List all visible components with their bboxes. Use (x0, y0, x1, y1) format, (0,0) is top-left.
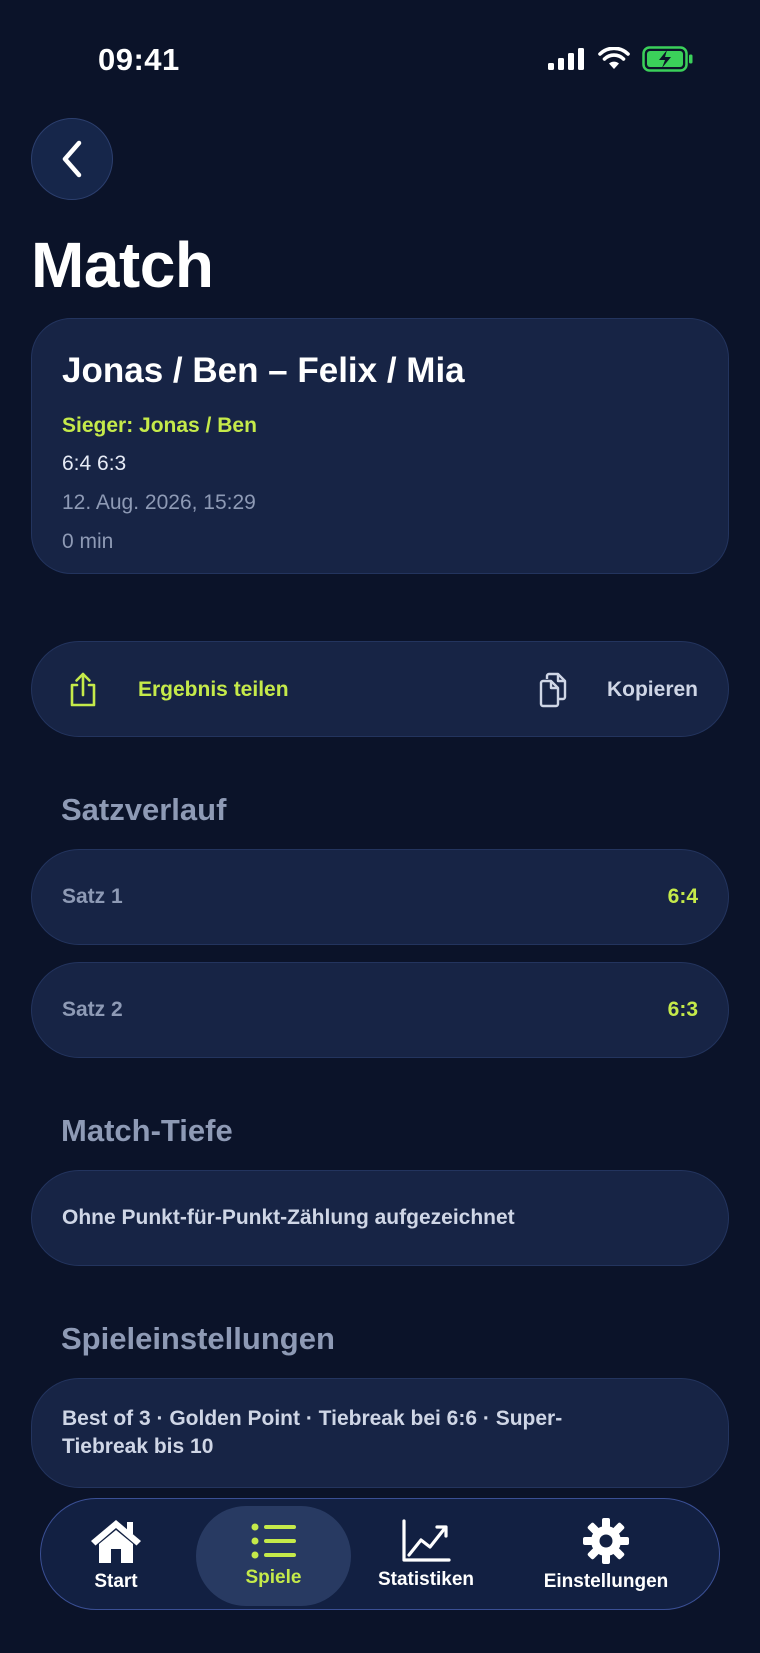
tab-label: Einstellungen (543, 1571, 669, 1592)
set-label: Satz 1 (62, 885, 123, 908)
tab-bar: Start Spiele Statistiken Einstellungen (40, 1498, 720, 1610)
match-summary-card: Jonas / Ben – Felix / Mia Sieger: Jonas … (31, 318, 729, 574)
share-result-button[interactable]: Ergebnis teilen (68, 642, 289, 738)
match-date: 12. Aug. 2026, 15:29 (62, 491, 256, 514)
depth-section-heading: Match-Tiefe (61, 1113, 233, 1148)
settings-section-heading: Spieleinstellungen (61, 1321, 335, 1356)
match-score: 6:4 6:3 (62, 452, 127, 475)
gear-icon (583, 1518, 629, 1564)
tab-label: Statistiken (377, 1569, 475, 1590)
tab-label: Spiele (245, 1567, 302, 1588)
match-duration: 0 min (62, 530, 114, 553)
tab-statistiken[interactable]: Statistiken (356, 1499, 496, 1611)
game-settings-line: Tiebreak bis 10 (62, 1435, 214, 1458)
set-score: 6:3 (667, 998, 698, 1021)
battery-charging-icon (642, 46, 693, 72)
list-icon (251, 1523, 296, 1559)
status-bar: 09:41 (0, 0, 760, 120)
cellular-signal-icon (548, 48, 584, 70)
set-score: 6:4 (667, 885, 698, 908)
share-icon (70, 672, 96, 707)
chart-icon (402, 1519, 451, 1562)
sets-section-heading: Satzverlauf (61, 792, 227, 827)
share-result-label: Ergebnis teilen (138, 678, 289, 701)
status-icons (548, 46, 694, 72)
game-settings-line: Best of 3 · Golden Point · Tiebreak bei … (62, 1407, 563, 1430)
game-settings-row: Best of 3 · Golden Point · Tiebreak bei … (31, 1378, 729, 1488)
copy-button[interactable]: Kopieren (537, 642, 698, 738)
match-winner: Sieger: Jonas / Ben (62, 414, 257, 437)
copy-label: Kopieren (606, 678, 698, 701)
copy-icon (539, 672, 567, 708)
set-label: Satz 2 (62, 998, 123, 1021)
chevron-left-icon (62, 140, 82, 178)
match-teams: Jonas / Ben – Felix / Mia (62, 351, 465, 390)
set-row: Satz 2 6:3 (31, 962, 729, 1058)
depth-info-row: Ohne Punkt-für-Punkt-Zählung aufgezeichn… (31, 1170, 729, 1266)
depth-info-text: Ohne Punkt-für-Punkt-Zählung aufgezeichn… (62, 1206, 515, 1229)
tab-einstellungen[interactable]: Einstellungen (511, 1499, 701, 1611)
page-title: Match (31, 229, 214, 301)
home-icon (91, 1520, 141, 1563)
tab-label: Start (94, 1571, 138, 1592)
set-row: Satz 1 6:4 (31, 849, 729, 945)
actions-card: Ergebnis teilen Kopieren (31, 641, 729, 737)
wifi-icon (598, 47, 630, 69)
tab-start[interactable]: Start (71, 1499, 161, 1611)
back-button[interactable] (31, 118, 113, 200)
tab-spiele[interactable]: Spiele (196, 1499, 351, 1611)
status-time: 09:41 (98, 42, 180, 77)
